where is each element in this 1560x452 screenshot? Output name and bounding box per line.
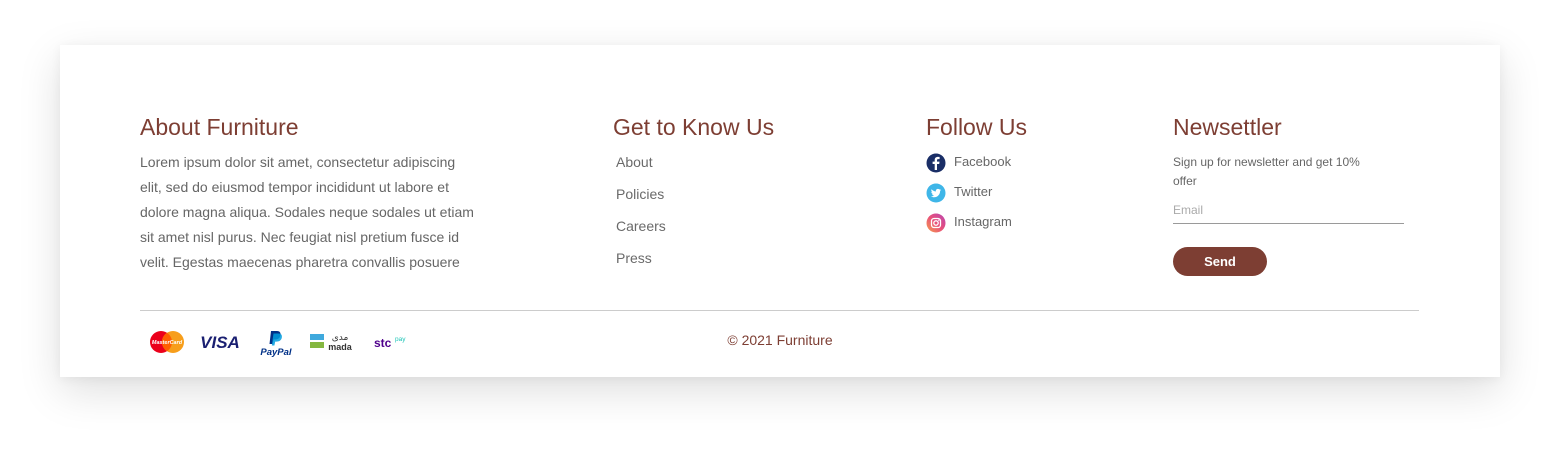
about-heading: About Furniture	[140, 114, 299, 140]
know-heading: Get to Know Us	[613, 114, 775, 140]
send-button[interactable]: Send	[1173, 247, 1267, 276]
newsletter-text: Sign up for newsletter and get 10% offer	[1173, 155, 1360, 188]
newsletter-heading: Newsettler	[1173, 114, 1282, 140]
social-label: Twitter	[954, 184, 993, 199]
social-label: Instagram	[954, 214, 1012, 229]
link-about[interactable]: About	[616, 152, 666, 184]
copyright: © 2021 Furniture	[727, 332, 833, 348]
instagram-icon	[926, 213, 946, 233]
social-facebook[interactable]: Facebook	[926, 152, 1012, 182]
link-careers[interactable]: Careers	[616, 216, 666, 248]
know-links: About Policies Careers Press	[616, 152, 666, 280]
link-press[interactable]: Press	[616, 248, 666, 280]
social-twitter[interactable]: Twitter	[926, 182, 1012, 212]
link-policies[interactable]: Policies	[616, 184, 666, 216]
facebook-icon	[926, 153, 946, 173]
follow-heading: Follow Us	[926, 114, 1027, 140]
social-label: Facebook	[954, 154, 1012, 169]
paypal-text: PayPal	[260, 347, 292, 357]
footer: About Furniture Lorem ipsum dolor sit am…	[60, 45, 1500, 377]
social-links: Facebook Twitter Instagram	[926, 152, 1012, 242]
divider	[140, 310, 1419, 311]
email-field[interactable]	[1173, 197, 1404, 224]
about-text: Lorem ipsum dolor sit amet, consectetur …	[140, 154, 474, 270]
twitter-icon	[926, 183, 946, 203]
social-instagram[interactable]: Instagram	[926, 212, 1012, 242]
